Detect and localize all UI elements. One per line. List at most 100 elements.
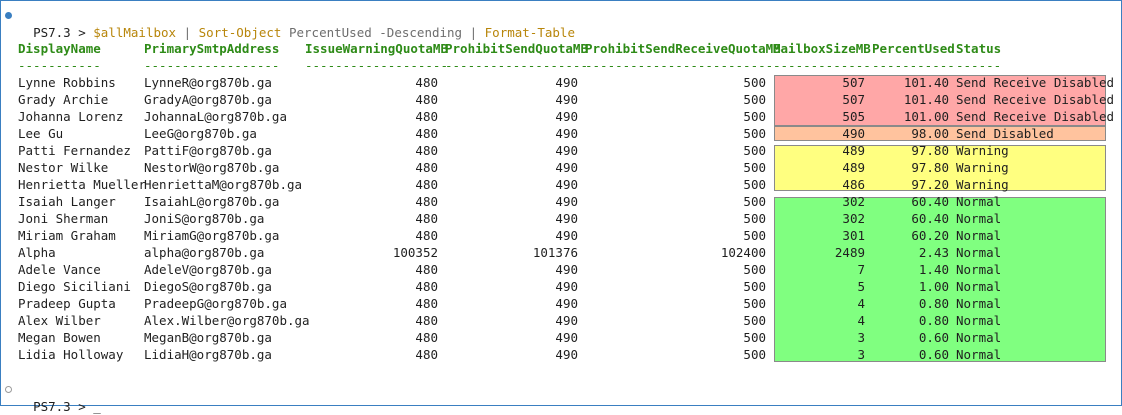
cell-issue-warning-quota: 480 xyxy=(415,160,438,175)
cell-mailbox-size: 302 xyxy=(842,194,865,209)
cell-mailbox-size: 489 xyxy=(842,160,865,175)
header-percent-used: PercentUsed xyxy=(872,41,955,56)
cell-status: Warning xyxy=(956,160,1009,175)
cell-smtp-address: Alex.Wilber@org870b.ga xyxy=(144,313,310,328)
cell-status: Normal xyxy=(956,262,1002,277)
cell-smtp-address: JohannaL@org870b.ga xyxy=(144,109,287,124)
cell-percent-used: 0.80 xyxy=(918,313,949,328)
cell-prohibit-send-quota: 490 xyxy=(555,313,578,328)
cell-display-name: Isaiah Langer xyxy=(18,194,116,209)
cell-prohibit-send-quota: 490 xyxy=(555,160,578,175)
cell-display-name: Miriam Graham xyxy=(18,228,116,243)
cell-mailbox-size: 5 xyxy=(857,279,865,294)
cell-mailbox-size: 302 xyxy=(842,211,865,226)
cell-prohibit-send-receive-quota: 500 xyxy=(743,160,766,175)
cell-prohibit-send-quota: 490 xyxy=(555,75,578,90)
cell-prohibit-send-receive-quota: 500 xyxy=(743,262,766,277)
cell-percent-used: 60.40 xyxy=(911,194,949,209)
cell-smtp-address: IsaiahL@org870b.ga xyxy=(144,194,280,209)
command-variable: $allMailbox xyxy=(93,25,177,40)
cell-smtp-address: GradyA@org870b.ga xyxy=(144,92,272,107)
cell-prohibit-send-receive-quota: 500 xyxy=(743,126,766,141)
cell-mailbox-size: 4 xyxy=(857,296,865,311)
header-status: Status xyxy=(956,41,1002,56)
cell-mailbox-size: 486 xyxy=(842,177,865,192)
header-underline-issue-warning-quota: ------------------- xyxy=(305,58,448,73)
cell-status: Normal xyxy=(956,194,1002,209)
cell-status: Warning xyxy=(956,177,1009,192)
cell-display-name: Lidia Holloway xyxy=(18,347,124,362)
cell-mailbox-size: 489 xyxy=(842,143,865,158)
pipe-1: | xyxy=(176,25,199,40)
header-issue-warning-quota: IssueWarningQuotaMB xyxy=(305,41,448,56)
cell-display-name: Joni Sherman xyxy=(18,211,109,226)
cell-prohibit-send-quota: 490 xyxy=(555,92,578,107)
cell-issue-warning-quota: 480 xyxy=(415,313,438,328)
cell-prohibit-send-receive-quota: 500 xyxy=(743,109,766,124)
cell-prohibit-send-quota: 490 xyxy=(555,347,578,362)
cell-prohibit-send-receive-quota: 500 xyxy=(743,75,766,90)
cell-percent-used: 0.60 xyxy=(918,330,949,345)
cell-issue-warning-quota: 480 xyxy=(415,211,438,226)
cell-smtp-address: MiriamG@org870b.ga xyxy=(144,228,280,243)
cell-smtp-address: JoniS@org870b.ga xyxy=(144,211,265,226)
cell-prohibit-send-quota: 490 xyxy=(555,143,578,158)
cell-issue-warning-quota: 480 xyxy=(415,330,438,345)
cell-smtp-address: alpha@org870b.ga xyxy=(144,245,265,260)
cell-mailbox-size: 3 xyxy=(857,330,865,345)
header-underline-status: ------ xyxy=(956,58,1002,73)
prompt-line[interactable]: PS7.3 > _ xyxy=(18,381,101,414)
cell-smtp-address: LynneR@org870b.ga xyxy=(144,75,272,90)
cell-issue-warning-quota: 480 xyxy=(415,296,438,311)
cell-status: Normal xyxy=(956,211,1002,226)
cell-prohibit-send-receive-quota: 500 xyxy=(743,296,766,311)
cell-mailbox-size: 490 xyxy=(842,126,865,141)
cell-percent-used: 98.00 xyxy=(911,126,949,141)
cell-issue-warning-quota: 480 xyxy=(415,75,438,90)
cell-prohibit-send-quota: 490 xyxy=(555,126,578,141)
cell-display-name: Grady Archie xyxy=(18,92,109,107)
header-underline-percent-used: ----------- xyxy=(872,58,955,73)
header-underline-prohibit-send-receive-quota: -------------------------- xyxy=(585,58,781,73)
command-sort-object: Sort-Object xyxy=(198,25,282,40)
cell-issue-warning-quota: 100352 xyxy=(392,245,438,260)
cell-mailbox-size: 3 xyxy=(857,347,865,362)
cell-mailbox-size: 301 xyxy=(842,228,865,243)
cell-prohibit-send-receive-quota: 102400 xyxy=(720,245,766,260)
cell-prohibit-send-quota: 101376 xyxy=(532,245,578,260)
cell-issue-warning-quota: 480 xyxy=(415,177,438,192)
cell-prohibit-send-receive-quota: 500 xyxy=(743,313,766,328)
cell-prohibit-send-quota: 490 xyxy=(555,262,578,277)
cell-mailbox-size: 507 xyxy=(842,75,865,90)
prompt-label: PS7.3 > xyxy=(33,25,94,40)
cell-smtp-address: MeganB@org870b.ga xyxy=(144,330,272,345)
cell-display-name: Patti Fernandez xyxy=(18,143,131,158)
cell-display-name: Megan Bowen xyxy=(18,330,101,345)
cell-smtp-address: LeeG@org870b.ga xyxy=(144,126,257,141)
cell-percent-used: 101.00 xyxy=(903,109,949,124)
cell-smtp-address: AdeleV@org870b.ga xyxy=(144,262,272,277)
cell-display-name: Lynne Robbins xyxy=(18,75,116,90)
cell-display-name: Johanna Lorenz xyxy=(18,109,124,124)
cell-status: Normal xyxy=(956,347,1002,362)
cell-issue-warning-quota: 480 xyxy=(415,109,438,124)
cell-percent-used: 97.80 xyxy=(911,160,949,175)
header-display-name: DisplayName xyxy=(18,41,101,56)
cell-status: Normal xyxy=(956,245,1002,260)
cell-display-name: Alex Wilber xyxy=(18,313,101,328)
cell-display-name: Pradeep Gupta xyxy=(18,296,116,311)
pipe-2: | xyxy=(462,25,485,40)
cell-issue-warning-quota: 480 xyxy=(415,92,438,107)
cell-mailbox-size: 7 xyxy=(857,262,865,277)
cell-issue-warning-quota: 480 xyxy=(415,347,438,362)
cell-percent-used: 101.40 xyxy=(903,92,949,107)
cell-percent-used: 101.40 xyxy=(903,75,949,90)
cell-status: Send Receive Disabled xyxy=(956,92,1115,107)
cell-prohibit-send-receive-quota: 500 xyxy=(743,330,766,345)
cell-prohibit-send-quota: 490 xyxy=(555,330,578,345)
cell-prohibit-send-quota: 490 xyxy=(555,194,578,209)
cell-status: Send Receive Disabled xyxy=(956,109,1115,124)
command-line[interactable]: PS7.3 > $allMailbox | Sort-Object Percen… xyxy=(18,7,575,40)
prompt-idle-dot-icon xyxy=(5,386,12,393)
cell-mailbox-size: 507 xyxy=(842,92,865,107)
